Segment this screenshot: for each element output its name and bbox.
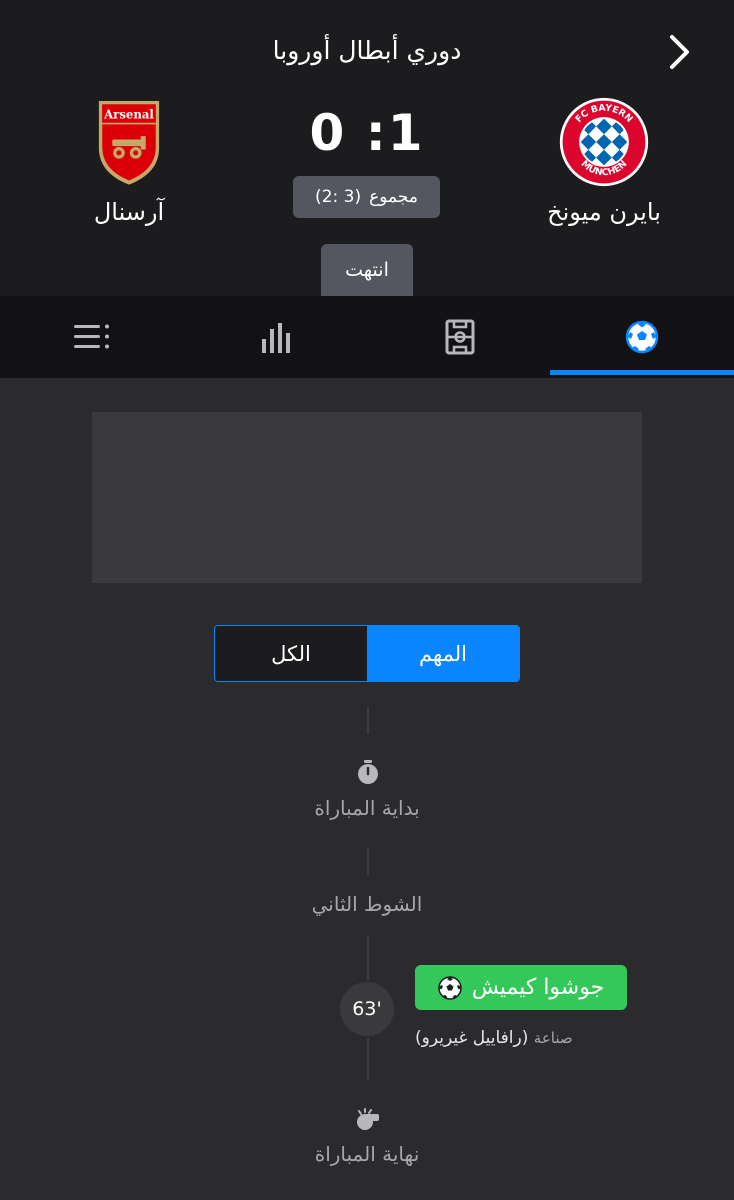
goal-minute-badge: 63' — [340, 982, 394, 1036]
home-team[interactable]: FC BAYERN MÜNCHEN بايرن ميونخ — [519, 96, 689, 226]
pitch-lineup-icon — [445, 319, 475, 355]
bayern-logo: FC BAYERN MÜNCHEN — [559, 97, 649, 187]
svg-text:Arsenal: Arsenal — [103, 108, 154, 122]
arsenal-logo: Arsenal — [98, 101, 160, 185]
second-half-label: الشوط الثاني — [311, 892, 423, 916]
fulltime-label: نهاية المباراة — [314, 1142, 420, 1166]
tab-bar — [0, 296, 734, 378]
tab-stats[interactable] — [184, 296, 368, 378]
assist-label: صناعة — [533, 1029, 573, 1047]
aggregate-value: (3 :2) — [315, 187, 362, 207]
tab-list[interactable] — [0, 296, 184, 378]
league-title[interactable]: دوري أبطال أوروبا — [0, 36, 734, 65]
aggregate-badge: مجموع (3 :2) — [293, 176, 440, 218]
stats-bars-icon — [262, 323, 290, 353]
goal-scorer: جوشوا كيميش — [471, 975, 605, 1000]
tab-events[interactable] — [550, 296, 734, 378]
chevron-right-icon — [670, 35, 689, 69]
score: 1: 0 — [309, 104, 425, 162]
away-team-name[interactable]: آرسنال — [44, 198, 214, 226]
timeline-line — [367, 708, 369, 734]
events-filter: المهم الكل — [214, 625, 520, 682]
back-button[interactable] — [660, 30, 700, 74]
kickoff-label: بداية المباراة — [314, 796, 420, 820]
match-header: دوري أبطال أوروبا FC BAYERN MÜNCHEN باير… — [0, 0, 734, 296]
ad-placeholder — [92, 412, 642, 583]
match-status: انتهت — [321, 244, 413, 296]
goal-assist: صناعة (رافاييل غيريرو) — [415, 1028, 599, 1048]
soccer-ball-icon — [438, 975, 462, 1000]
stopwatch-icon — [354, 758, 382, 786]
goal-event[interactable]: جوشوا كيميش — [415, 965, 627, 1010]
whistle-icon — [354, 1106, 382, 1134]
timeline-line — [367, 1038, 369, 1080]
filter-all[interactable]: الكل — [215, 626, 367, 681]
away-team[interactable]: Arsenal آرسنال — [44, 96, 214, 226]
soccer-ball-icon — [625, 320, 659, 354]
filter-important[interactable]: المهم — [367, 626, 519, 681]
assist-player[interactable]: (رافاييل غيريرو) — [415, 1028, 528, 1048]
active-tab-indicator — [550, 370, 734, 375]
home-team-name[interactable]: بايرن ميونخ — [519, 198, 689, 226]
tab-lineup[interactable] — [368, 296, 552, 378]
aggregate-label: مجموع — [369, 187, 418, 207]
list-icon — [74, 324, 109, 349]
timeline-line — [367, 847, 369, 875]
timeline-line — [367, 936, 369, 980]
